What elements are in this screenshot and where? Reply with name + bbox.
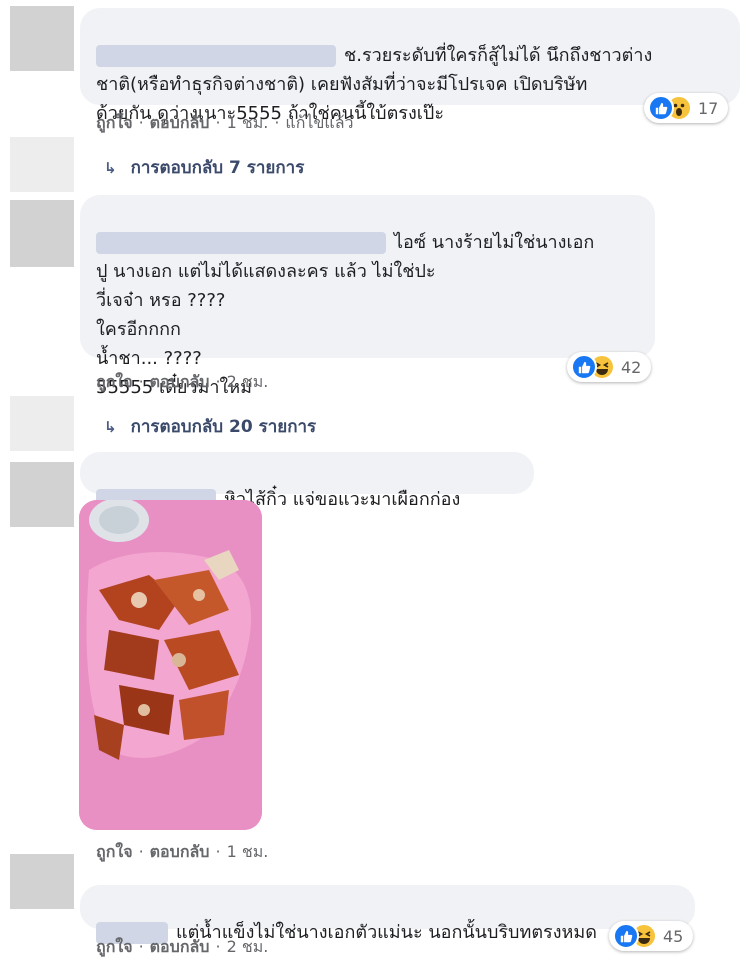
avatar[interactable] xyxy=(10,200,74,267)
comment-actions: ถูกใจ · ตอบกลับ · 2 ชม. xyxy=(96,937,269,956)
like-link[interactable]: ถูกใจ xyxy=(96,113,133,132)
view-replies-label: การตอบกลับ 20 รายการ xyxy=(130,417,317,437)
avatar[interactable] xyxy=(10,462,74,527)
edited-label[interactable]: แก้ไขแล้ว xyxy=(285,113,353,132)
timestamp[interactable]: 2 ชม. xyxy=(227,372,269,391)
like-icon xyxy=(571,354,597,380)
comment-photo[interactable] xyxy=(79,500,262,830)
comment-bubble: ช.รวยระดับที่ใครก็สู้ไม่ได้ นึกถึงชาวต่า… xyxy=(80,8,740,124)
reaction-count: 45 xyxy=(663,926,684,946)
reaction-count: 17 xyxy=(698,98,719,118)
like-link[interactable]: ถูกใจ xyxy=(96,372,133,391)
like-icon xyxy=(648,95,674,121)
view-replies-link[interactable]: ↳ การตอบกลับ 20 รายการ xyxy=(104,413,316,440)
food-photo-illustration xyxy=(79,500,262,830)
comment-actions: ถูกใจ · ตอบกลับ · 1 ชม. xyxy=(96,842,269,861)
avatar[interactable] xyxy=(10,6,74,71)
view-replies-link[interactable]: ↳ การตอบกลับ 7 รายการ xyxy=(104,154,304,181)
avatar[interactable] xyxy=(10,396,74,451)
comment-actions: ถูกใจ · ตอบกลับ · 1 ชม. · แก้ไขแล้ว xyxy=(96,113,354,132)
avatar[interactable] xyxy=(10,854,74,909)
timestamp[interactable]: 2 ชม. xyxy=(227,937,269,956)
comment-bubble: หิวไส้กิ๋ว แจ่ขอแวะมาเผือกก่อง xyxy=(80,452,534,511)
comment-actions: ถูกใจ · ตอบกลับ · 2 ชม. xyxy=(96,372,269,391)
reply-link[interactable]: ตอบกลับ xyxy=(150,372,210,391)
blurred-username[interactable] xyxy=(96,232,386,254)
blurred-username[interactable] xyxy=(96,45,336,67)
reply-link[interactable]: ตอบกลับ xyxy=(150,937,210,956)
timestamp[interactable]: 1 ชม. xyxy=(227,842,269,861)
reaction-summary[interactable]: 17 xyxy=(644,93,728,123)
comment-bubble: แต่น้ำแข็งไม่ใช่นางเอกตัวแม่นะ นอกนั้นบร… xyxy=(80,885,695,944)
reply-link[interactable]: ตอบกลับ xyxy=(150,113,210,132)
view-replies-label: การตอบกลับ 7 รายการ xyxy=(130,158,305,178)
comment-text: หิวไส้กิ๋ว แจ่ขอแวะมาเผือกก่อง xyxy=(224,489,461,510)
reply-arrow-icon: ↳ xyxy=(104,418,117,436)
reaction-summary[interactable]: 42 xyxy=(567,352,651,382)
reaction-summary[interactable]: 45 xyxy=(609,921,693,951)
like-icon xyxy=(613,923,639,949)
reply-arrow-icon: ↳ xyxy=(104,159,117,177)
like-link[interactable]: ถูกใจ xyxy=(96,842,133,861)
reply-link[interactable]: ตอบกลับ xyxy=(150,842,210,861)
timestamp[interactable]: 1 ชม. xyxy=(227,113,269,132)
comment-bubble: ไอซ์ นางร้ายไม่ใช่นางเอก ปู นางเอก แต่ไม… xyxy=(80,195,655,398)
avatar[interactable] xyxy=(10,137,74,192)
like-link[interactable]: ถูกใจ xyxy=(96,937,133,956)
reaction-count: 42 xyxy=(621,357,642,377)
